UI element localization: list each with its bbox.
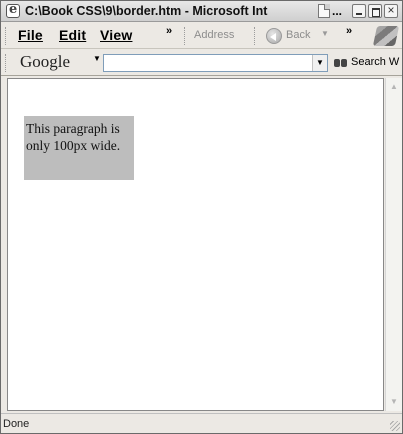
page-content-area: This paragraph is only 100px wide. [7, 78, 384, 411]
toolbar-overflow-chevron[interactable]: » [346, 25, 352, 37]
scroll-up-arrow[interactable]: ▲ [387, 80, 401, 94]
toolbar-grip[interactable] [5, 54, 8, 72]
menu-overflow-chevron[interactable]: » [166, 25, 172, 37]
resize-grip[interactable] [390, 421, 400, 431]
scroll-down-arrow[interactable]: ▼ [387, 395, 401, 409]
search-history-dropdown[interactable]: ▼ [312, 55, 327, 71]
close-button[interactable] [384, 4, 398, 18]
title-ellipsis: ... [332, 4, 343, 18]
toolbar-grip[interactable] [254, 27, 257, 45]
binoculars-icon[interactable] [334, 56, 348, 68]
title-bar: C:\Book CSS\9\border.htm - Microsoft Int… [1, 1, 402, 22]
toolbar-grip[interactable] [184, 27, 187, 45]
search-web-button[interactable]: Search W [351, 56, 399, 68]
menu-edit-label: Edit [59, 27, 87, 43]
address-label[interactable]: Address [194, 29, 234, 41]
status-text: Done [3, 418, 30, 430]
toolbar-grip[interactable] [5, 27, 8, 45]
google-search-input[interactable] [104, 57, 304, 73]
vertical-scrollbar[interactable]: ▲ ▼ [385, 78, 402, 411]
maximize-button[interactable] [368, 4, 382, 18]
menu-edit[interactable]: Edit [59, 27, 86, 43]
menu-view-label: View [100, 27, 133, 43]
internet-explorer-icon [6, 2, 20, 18]
minimize-button[interactable] [352, 4, 366, 18]
windows-flag-logo-icon [372, 26, 400, 46]
narrow-paragraph: This paragraph is only 100px wide. [24, 116, 134, 180]
status-bar: Done [1, 413, 402, 433]
menu-view[interactable]: View [100, 27, 132, 43]
menu-file[interactable]: File [18, 27, 43, 43]
back-dropdown-arrow[interactable]: ▼ [321, 29, 329, 38]
back-arrow-icon[interactable] [266, 28, 282, 44]
google-menu-arrow[interactable]: ▼ [93, 54, 101, 63]
menu-file-label: File [18, 27, 43, 43]
back-button-label[interactable]: Back [286, 29, 310, 41]
google-toolbar: Google ▼ ▼ Search W [1, 50, 402, 76]
google-logo[interactable]: Google [20, 52, 70, 72]
google-search-field[interactable]: ▼ [103, 54, 328, 73]
browser-window: C:\Book CSS\9\border.htm - Microsoft Int… [0, 0, 403, 434]
menu-toolbar-row: File Edit View » Address Back ▼ » [1, 23, 402, 49]
window-title: C:\Book CSS\9\border.htm - Microsoft Int [25, 4, 325, 18]
window-title-text: C:\Book CSS\9\border.htm - Microsoft Int [25, 4, 268, 18]
document-icon [318, 4, 330, 18]
